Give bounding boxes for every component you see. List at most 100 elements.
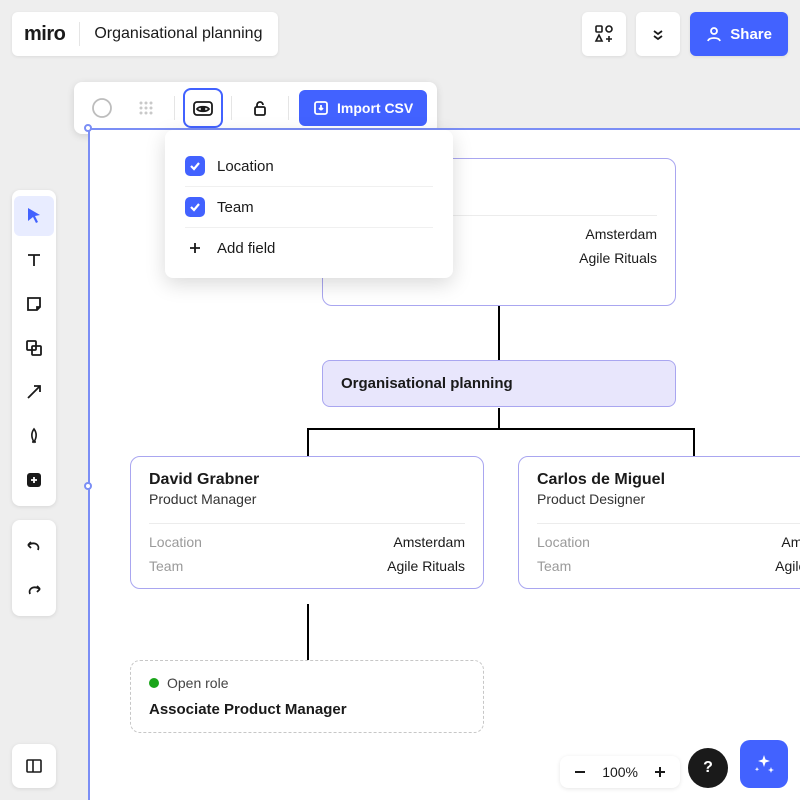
connector — [307, 604, 309, 660]
undo-icon — [24, 536, 44, 556]
panel-button[interactable] — [12, 744, 56, 788]
field-option-label: Team — [217, 199, 254, 216]
field-label: Team — [537, 558, 571, 574]
eye-icon — [191, 96, 215, 120]
lock-icon — [250, 98, 270, 118]
connector — [498, 306, 500, 360]
zoom-level[interactable]: 100% — [602, 764, 638, 780]
field-value: Amsterdam — [781, 534, 800, 550]
main-toolbar — [12, 190, 56, 506]
person-role: Product Manager — [149, 491, 465, 507]
plus-icon — [652, 764, 668, 780]
lock-tool[interactable] — [242, 90, 278, 126]
import-icon — [313, 100, 329, 116]
add-field-label: Add field — [217, 240, 275, 257]
plus-square-icon — [24, 470, 44, 490]
divider — [149, 523, 465, 524]
shape-tool[interactable] — [14, 328, 54, 368]
field-label: Team — [149, 558, 183, 574]
miro-logo[interactable]: miro — [24, 23, 65, 46]
ai-button[interactable] — [740, 740, 788, 788]
apps-button[interactable] — [582, 12, 626, 56]
org-open-role[interactable]: Open role Associate Product Manager — [130, 660, 484, 733]
open-role-badge: Open role — [149, 675, 465, 691]
separator — [79, 22, 80, 46]
checkbox-checked-icon[interactable] — [185, 197, 205, 217]
chevrons-icon — [650, 26, 666, 42]
minus-icon — [572, 764, 588, 780]
checkbox-checked-icon[interactable] — [185, 156, 205, 176]
visibility-tool[interactable] — [185, 90, 221, 126]
field-value: Agile Rituals — [775, 558, 800, 574]
doc-title[interactable]: Organisational planning — [94, 25, 262, 43]
redo-icon — [24, 580, 44, 600]
sticky-tool[interactable] — [14, 284, 54, 324]
fields-dropdown: Location Team Add field — [165, 130, 453, 278]
apps-icon — [594, 24, 614, 44]
divider — [537, 523, 800, 524]
field-option[interactable]: Team — [185, 187, 433, 228]
help-icon: ? — [703, 759, 713, 777]
connector — [498, 408, 500, 428]
zoom-out-button[interactable] — [572, 764, 588, 780]
cursor-tool[interactable] — [14, 196, 54, 236]
header-actions: Share — [582, 12, 788, 56]
org-card[interactable]: David Grabner Product Manager Location Am… — [130, 456, 484, 589]
person-name: Carlos de Miguel — [537, 471, 800, 489]
cursor-icon — [24, 206, 44, 226]
field-value: Agile Rituals — [579, 250, 657, 266]
field-value: Amsterdam — [393, 534, 465, 550]
field-option[interactable]: Location — [185, 146, 433, 187]
person-icon — [706, 26, 722, 42]
field-value: Amsterdam — [585, 226, 657, 242]
doc-pill[interactable]: miro Organisational planning — [12, 12, 278, 56]
arrow-icon — [24, 382, 44, 402]
connector — [307, 428, 695, 430]
sparkle-icon — [752, 752, 776, 776]
zoom-control: 100% — [560, 756, 680, 788]
pen-icon — [24, 426, 44, 446]
field-value: Agile Rituals — [387, 558, 465, 574]
line-tool[interactable] — [14, 372, 54, 412]
zoom-in-button[interactable] — [652, 764, 668, 780]
group-title-text: Organisational planning — [341, 375, 513, 392]
pattern-tool[interactable] — [128, 90, 164, 126]
selection-handle[interactable] — [84, 124, 92, 132]
presentation-button[interactable] — [636, 12, 680, 56]
undo-button[interactable] — [14, 526, 54, 566]
more-tool[interactable] — [14, 460, 54, 500]
status-dot-icon — [149, 678, 159, 688]
app-header: miro Organisational planning Share — [12, 12, 788, 56]
person-role: Product Designer — [537, 491, 800, 507]
color-tool[interactable] — [84, 90, 120, 126]
history-toolbar — [12, 520, 56, 616]
pen-tool[interactable] — [14, 416, 54, 456]
text-tool[interactable] — [14, 240, 54, 280]
context-toolbar: Import CSV — [74, 82, 437, 134]
field-option-label: Location — [217, 158, 274, 175]
text-icon — [24, 250, 44, 270]
separator — [174, 96, 175, 120]
selection-handle[interactable] — [84, 482, 92, 490]
share-button[interactable]: Share — [690, 12, 788, 56]
person-name: David Grabner — [149, 471, 465, 489]
import-label: Import CSV — [337, 100, 413, 116]
add-field-button[interactable]: Add field — [185, 228, 433, 268]
shape-icon — [24, 338, 44, 358]
circle-icon — [91, 97, 113, 119]
import-csv-button[interactable]: Import CSV — [299, 90, 427, 126]
plus-icon — [185, 238, 205, 258]
separator — [288, 96, 289, 120]
org-card[interactable]: Carlos de Miguel Product Designer Locati… — [518, 456, 800, 589]
connector — [693, 428, 695, 456]
org-group-title[interactable]: Organisational planning — [322, 360, 676, 407]
help-button[interactable]: ? — [688, 748, 728, 788]
sticky-icon — [24, 294, 44, 314]
redo-button[interactable] — [14, 570, 54, 610]
connector — [307, 428, 309, 456]
share-label: Share — [730, 26, 772, 43]
field-label: Location — [537, 534, 590, 550]
panel-icon — [24, 756, 44, 776]
open-role-text: Open role — [167, 675, 228, 691]
field-label: Location — [149, 534, 202, 550]
